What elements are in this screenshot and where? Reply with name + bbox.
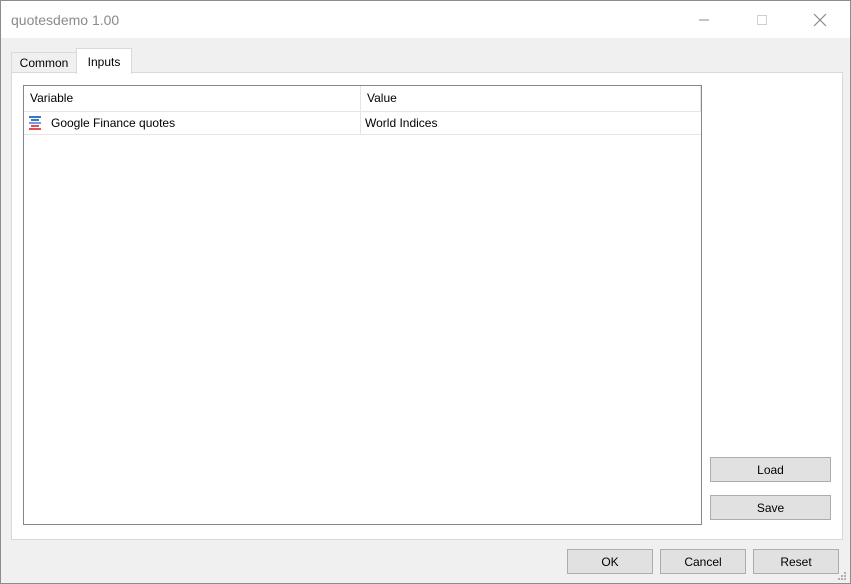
- table-row[interactable]: Google Finance quotes World Indices: [24, 111, 701, 135]
- column-header-variable[interactable]: Variable: [24, 86, 361, 111]
- maximize-button[interactable]: [739, 1, 785, 38]
- dialog-window: quotesdemo 1.00 Common Inputs Variable V…: [0, 0, 851, 584]
- column-header-value[interactable]: Value: [361, 86, 701, 111]
- reset-button[interactable]: Reset: [753, 549, 839, 574]
- close-button[interactable]: [797, 1, 843, 38]
- variable-name: Google Finance quotes: [51, 116, 176, 130]
- tab-inputs[interactable]: Inputs: [76, 48, 132, 74]
- save-button[interactable]: Save: [710, 495, 831, 520]
- inputs-grid[interactable]: Variable Value Google Finance quotes Wor…: [23, 85, 702, 525]
- resize-grip-icon[interactable]: [837, 571, 847, 581]
- ok-button[interactable]: OK: [567, 549, 653, 574]
- cancel-button[interactable]: Cancel: [660, 549, 746, 574]
- window-title: quotesdemo 1.00: [11, 12, 120, 28]
- cell-variable[interactable]: Google Finance quotes: [24, 111, 361, 134]
- variable-value: World Indices: [365, 116, 438, 130]
- minimize-button[interactable]: [681, 1, 727, 38]
- maximize-icon: [757, 14, 767, 25]
- cell-value[interactable]: World Indices: [361, 111, 701, 134]
- minimize-icon: [699, 19, 709, 20]
- title-bar[interactable]: quotesdemo 1.00: [1, 1, 850, 38]
- tab-common[interactable]: Common: [11, 52, 77, 73]
- close-icon: [813, 13, 827, 26]
- load-button[interactable]: Load: [710, 457, 831, 482]
- input-parameter-icon: [29, 116, 41, 130]
- grid-header: Variable Value: [24, 86, 701, 112]
